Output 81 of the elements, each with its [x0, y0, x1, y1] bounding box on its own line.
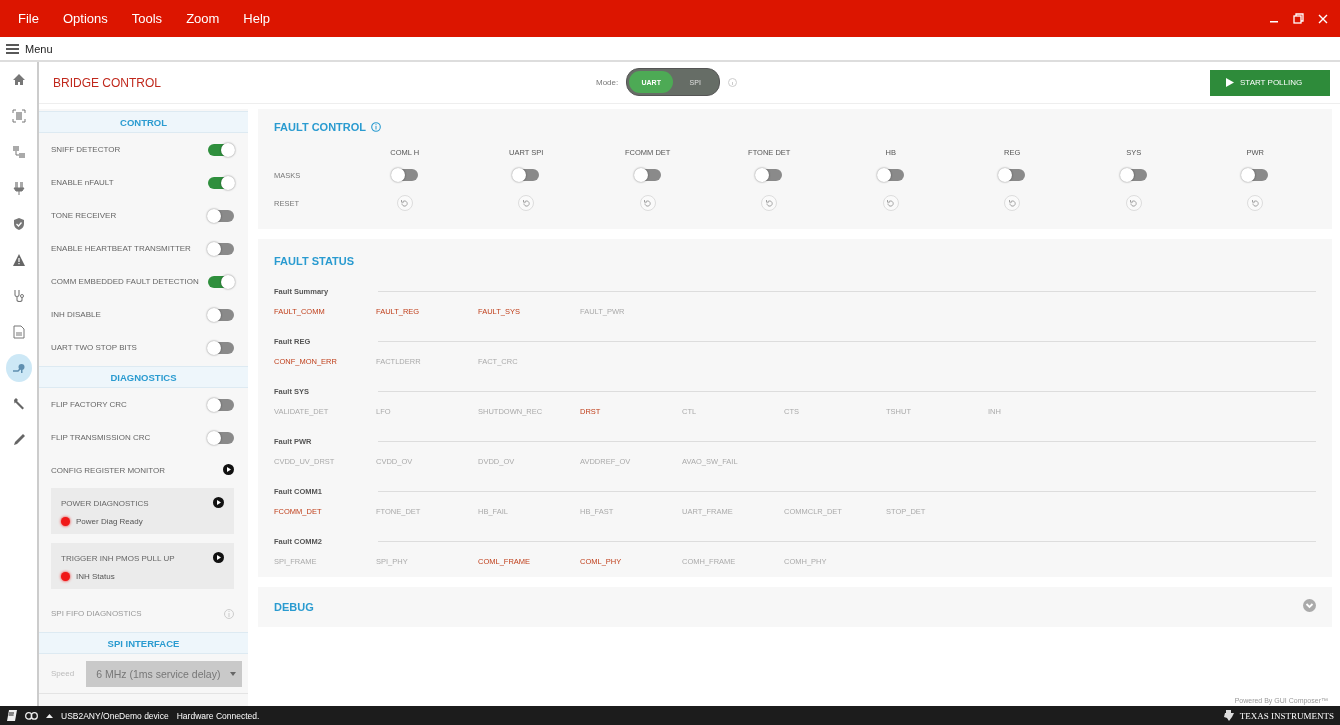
toggle-switch[interactable] [391, 169, 418, 181]
menu-item[interactable]: File [6, 11, 51, 26]
card-title: POWER DIAGNOSTICS [61, 499, 149, 508]
status-text: INH Status [76, 572, 115, 581]
menu-item[interactable]: Zoom [174, 11, 232, 26]
home-icon[interactable] [11, 73, 26, 87]
shield-icon[interactable] [11, 217, 26, 231]
toggle-switch[interactable] [208, 275, 234, 288]
toggle-switch[interactable] [1120, 169, 1147, 181]
toggle-switch[interactable] [208, 176, 234, 189]
setting-label: COMM EMBEDDED FAULT DETECTION [51, 277, 199, 286]
toggle-switch[interactable] [208, 431, 234, 444]
setting-label: INH DISABLE [51, 310, 101, 319]
toggle-switch[interactable] [208, 209, 234, 222]
setting-label: ENABLE nFAULT [51, 178, 114, 187]
reset-icon [400, 198, 410, 208]
menu-button[interactable]: Menu [6, 42, 53, 55]
panel-title: FAULT STATUS [274, 255, 355, 267]
warning-icon[interactable] [11, 253, 26, 267]
restore-icon[interactable] [1293, 13, 1304, 24]
setting-label: FLIP FACTORY CRC [51, 400, 127, 409]
menu-item[interactable]: Tools [119, 11, 175, 26]
setting-label: SPI FIFO DIAGNOSTICS [51, 609, 142, 618]
reset-icon [1250, 198, 1260, 208]
play-button-icon[interactable] [213, 497, 224, 508]
toggle-switch[interactable] [513, 169, 540, 181]
reset-icon [1129, 198, 1139, 208]
panel-title: FAULT CONTROL [274, 121, 367, 133]
toggle-switch[interactable] [999, 169, 1026, 181]
logo-icon [1221, 709, 1235, 722]
start-polling-button[interactable]: START POLLING [1210, 69, 1330, 96]
toggle-switch[interactable] [634, 169, 661, 181]
menu-item[interactable]: Help [231, 11, 283, 26]
setting-label: SNIFF DETECTOR [51, 145, 121, 154]
reset-icon [886, 198, 896, 208]
brand-name: TEXAS INSTRUMENTS [1239, 710, 1334, 721]
link-icon[interactable] [25, 711, 38, 720]
close-icon[interactable] [1318, 13, 1328, 24]
setting-label: FLIP TRANSMISSION CRC [51, 433, 151, 442]
setting-label: UART TWO STOP BITS [51, 343, 137, 352]
play-button-icon[interactable] [223, 464, 234, 475]
toggle-switch[interactable] [208, 398, 234, 411]
section-header: CONTROL [39, 111, 248, 133]
chevron-icon[interactable] [1303, 599, 1316, 612]
toggle-switch[interactable] [208, 242, 234, 255]
section-header: DIAGNOSTICS [39, 366, 248, 388]
toggle-switch[interactable] [208, 143, 234, 156]
info-icon[interactable] [371, 122, 382, 132]
connection-status: Hardware Connected. [176, 710, 260, 721]
reset-icon [764, 198, 774, 208]
section-header: SPI INTERFACE [39, 632, 248, 654]
notebook-icon[interactable] [6, 710, 17, 721]
document-icon[interactable] [11, 325, 26, 339]
toggle-switch[interactable] [756, 169, 783, 181]
reset-icon [521, 198, 531, 208]
setting-label: TONE RECEIVER [51, 211, 117, 220]
toggle-switch[interactable] [208, 308, 234, 321]
setting-label: ENABLE HEARTBEAT TRANSMITTER [51, 244, 191, 253]
setting-label: CONFIG REGISTER MONITOR [51, 466, 166, 475]
toggle-switch[interactable] [208, 341, 234, 354]
menu-icon [6, 43, 19, 54]
toggle-switch[interactable] [877, 169, 904, 181]
page-title: BRIDGE CONTROL [53, 75, 161, 90]
caret-icon[interactable] [46, 713, 53, 718]
play-icon [1226, 78, 1234, 87]
device-name: USB2ANY/OneDemo device [61, 710, 169, 721]
toggle-switch[interactable] [1242, 169, 1269, 181]
panel-title: DEBUG [274, 601, 314, 613]
caret-icon [230, 671, 236, 676]
mode-label: Mode: [596, 77, 619, 87]
pencil-icon[interactable] [11, 433, 26, 447]
play-button-icon[interactable] [213, 552, 224, 563]
chip-icon[interactable] [11, 109, 26, 123]
card-title: TRIGGER INH PMOS PULL UP [61, 554, 175, 563]
menu-item[interactable]: Options [50, 11, 120, 26]
status-text: Power Diag Ready [76, 517, 143, 526]
stethoscope-icon[interactable] [11, 289, 26, 303]
wrench-icon[interactable] [11, 397, 26, 411]
network-icon[interactable] [11, 145, 26, 159]
reset-icon [643, 198, 653, 208]
reset-icon [1007, 198, 1017, 208]
